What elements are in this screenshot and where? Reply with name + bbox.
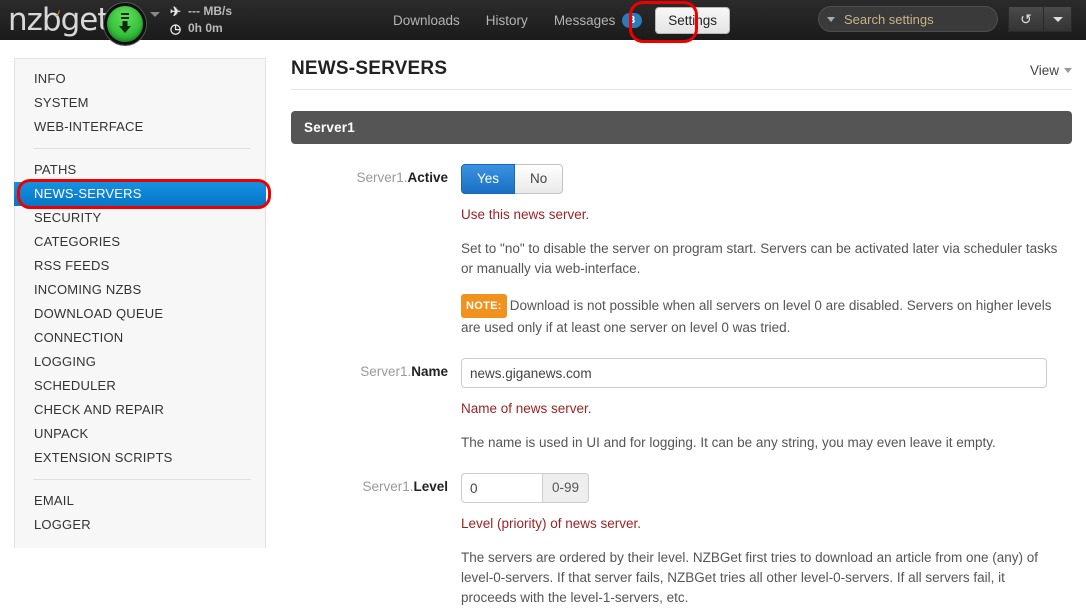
- view-menu-label: View: [1029, 63, 1059, 78]
- active-yes-button[interactable]: Yes: [461, 164, 516, 194]
- brand-logo[interactable]: nzbget ⁾: [8, 2, 110, 38]
- nav-link-history-label: History: [485, 12, 528, 28]
- sidebar-item-news-servers[interactable]: NEWS-SERVERS: [14, 182, 266, 206]
- name-help-short: Name of news server.: [461, 401, 592, 416]
- page-title: NEWS-SERVERS: [291, 58, 448, 79]
- caret-down-icon: [1052, 16, 1063, 22]
- sidebar-item-connection[interactable]: CONNECTION: [15, 326, 265, 350]
- field-control-name: Name of news server. The name is used in…: [461, 358, 1072, 453]
- clock-icon: ◷: [169, 21, 182, 36]
- time-stat: ◷ 0h 0m: [168, 20, 232, 37]
- caret-down-icon[interactable]: [150, 12, 160, 17]
- nav-link-history[interactable]: History: [473, 7, 541, 34]
- speed-value: --- MB/s: [188, 4, 232, 18]
- active-toggle-group: Yes No: [461, 164, 1072, 194]
- nav-link-settings-label: Settings: [668, 12, 717, 28]
- nav-link-settings[interactable]: Settings: [655, 6, 730, 34]
- download-circle-icon[interactable]: [104, 3, 146, 45]
- field-row-name: Server1.Name Name of news server. The na…: [291, 358, 1072, 453]
- time-value: 0h 0m: [188, 21, 223, 35]
- sidebar-divider: [33, 479, 251, 480]
- active-help-long: Set to "no" to disable the server on pro…: [461, 241, 1058, 276]
- note-badge: NOTE:: [461, 294, 507, 318]
- field-control-active: Yes No Use this news server. Set to "no"…: [461, 164, 1072, 338]
- search-input[interactable]: [842, 10, 1022, 28]
- settings-sidebar: INFO SYSTEM WEB-INTERFACE PATHS NEWS-SER…: [14, 58, 266, 548]
- search-settings-box[interactable]: ✖: [818, 6, 1034, 32]
- field-label-name-prefix: Server1.: [360, 364, 412, 379]
- sidebar-item-system[interactable]: SYSTEM: [15, 91, 265, 115]
- sidebar-item-security[interactable]: SECURITY: [15, 206, 265, 230]
- field-row-level: Server1.Level 0-99 Level (priority) of n…: [291, 473, 1072, 608]
- nav-links: Downloads History Messages 3 Settings: [380, 0, 730, 40]
- level-input-group: 0-99: [461, 473, 1072, 503]
- nav-link-downloads[interactable]: Downloads: [380, 7, 473, 34]
- sidebar-item-scheduler[interactable]: SCHEDULER: [15, 374, 265, 398]
- download-arrow-glyph: [119, 13, 131, 33]
- top-navbar: nzbget ⁾ ✈ --- MB/s ◷ 0h 0m Downloads Hi…: [0, 0, 1086, 45]
- field-control-level: 0-99 Level (priority) of news server. Th…: [461, 473, 1072, 608]
- sidebar-item-check-and-repair[interactable]: CHECK AND REPAIR: [15, 398, 265, 422]
- active-note-text: Download is not possible when all server…: [461, 298, 1052, 335]
- sidebar-item-categories[interactable]: CATEGORIES: [15, 230, 265, 254]
- sidebar-item-info[interactable]: INFO: [15, 67, 265, 91]
- sidebar-item-email[interactable]: EMAIL: [15, 489, 265, 513]
- caret-down-icon[interactable]: [827, 16, 835, 22]
- sidebar-item-extension-scripts[interactable]: EXTENSION SCRIPTS: [15, 446, 265, 470]
- plane-icon: ✈: [170, 4, 181, 19]
- nav-link-messages-label: Messages: [553, 12, 616, 28]
- field-label-level-name: Level: [413, 479, 448, 494]
- field-row-active: Server1.Active Yes No Use this news serv…: [291, 164, 1072, 338]
- active-note: NOTE: Download is not possible when all s…: [461, 294, 1061, 338]
- field-label-level: Server1.Level: [291, 473, 461, 608]
- level-help-short: Level (priority) of news server.: [461, 516, 642, 531]
- field-label-level-prefix: Server1.: [362, 479, 414, 494]
- status-stats: ✈ --- MB/s ◷ 0h 0m: [168, 3, 232, 37]
- server-name-input[interactable]: [461, 358, 1047, 388]
- sidebar-item-unpack[interactable]: UNPACK: [15, 422, 265, 446]
- field-label-active-name: Active: [407, 170, 448, 185]
- caret-down-icon: [1064, 68, 1072, 73]
- server-section-header: Server1: [291, 111, 1072, 144]
- active-help-short: Use this news server.: [461, 207, 590, 222]
- toolbar-buttons: ↺: [1008, 6, 1072, 32]
- speed-stat: ✈ --- MB/s: [168, 3, 232, 20]
- refresh-icon[interactable]: ↺: [1008, 6, 1044, 32]
- name-help-long: The name is used in UI and for logging. …: [461, 435, 996, 450]
- view-menu-button[interactable]: View: [1030, 63, 1072, 80]
- sidebar-item-web-interface[interactable]: WEB-INTERFACE: [15, 115, 265, 139]
- field-label-active-prefix: Server1.: [356, 170, 408, 185]
- sidebar-item-incoming-nzbs[interactable]: INCOMING NZBS: [15, 278, 265, 302]
- settings-content: NEWS-SERVERS View Server1 Server1.Active…: [291, 58, 1072, 608]
- field-label-name-name: Name: [411, 364, 448, 379]
- level-range-addon: 0-99: [543, 473, 590, 503]
- sidebar-item-logger[interactable]: LOGGER: [15, 513, 265, 537]
- field-label-name: Server1.Name: [291, 358, 461, 453]
- sidebar-divider: [33, 148, 251, 149]
- nav-link-downloads-label: Downloads: [393, 12, 460, 28]
- active-no-button[interactable]: No: [515, 164, 564, 194]
- sidebar-item-logging[interactable]: LOGGING: [15, 350, 265, 374]
- page-header: NEWS-SERVERS View: [291, 58, 1072, 90]
- nav-link-messages[interactable]: Messages 3: [541, 7, 655, 34]
- messages-badge: 3: [622, 12, 643, 28]
- sidebar-item-paths[interactable]: PATHS: [15, 158, 265, 182]
- sidebar-item-download-queue[interactable]: DOWNLOAD QUEUE: [15, 302, 265, 326]
- brand-text: nzbget: [8, 2, 110, 38]
- sidebar-item-rss-feeds[interactable]: RSS FEEDS: [15, 254, 265, 278]
- level-help-long: The servers are ordered by their level. …: [461, 550, 1038, 605]
- server-level-input[interactable]: [461, 473, 543, 503]
- refresh-options-button[interactable]: [1044, 6, 1072, 32]
- field-label-active: Server1.Active: [291, 164, 461, 338]
